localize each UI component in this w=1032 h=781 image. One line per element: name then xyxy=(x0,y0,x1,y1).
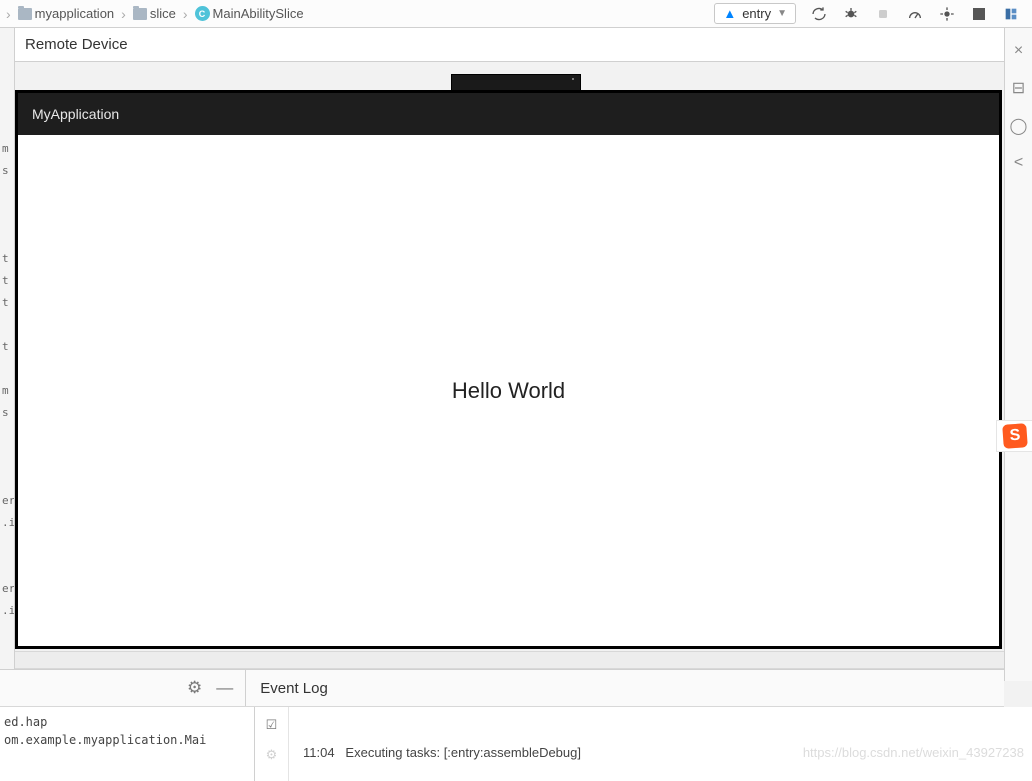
build-line: om.example.myapplication.Mai xyxy=(4,733,206,747)
minimize-icon[interactable]: — xyxy=(216,678,233,698)
toolbar-actions: ▲ entry ▼ xyxy=(714,3,1028,24)
tool-window-title: Remote Device xyxy=(25,36,128,53)
bug-icon[interactable] xyxy=(842,5,860,23)
sogou-icon: S xyxy=(1002,423,1028,449)
checkbox-list-icon[interactable]: ☑ xyxy=(266,717,278,733)
log-message: Executing tasks: [:entry:assembleDebug] xyxy=(345,745,581,760)
log-timestamp: 11:04 xyxy=(303,745,335,760)
watermark-text: https://blog.csdn.net/weixin_43927238 xyxy=(803,745,1024,760)
app-content-area[interactable]: Hello World xyxy=(18,135,999,646)
build-output[interactable]: ed.hap om.example.myapplication.Mai xyxy=(0,707,255,781)
event-log-label: Event Log xyxy=(260,680,328,697)
breadcrumb-slice[interactable]: slice xyxy=(130,4,179,23)
breadcrumb-label: MainAbilitySlice xyxy=(213,6,304,21)
run-config-label: entry xyxy=(742,6,771,21)
stop-icon[interactable] xyxy=(970,5,988,23)
device-frame[interactable]: MyApplication Hello World xyxy=(15,90,1002,649)
class-file-icon: C xyxy=(195,6,210,21)
chevron-right-icon: › xyxy=(181,6,190,22)
event-log-body[interactable]: 11:04 Executing tasks: [:entry:assembleD… xyxy=(289,707,1032,781)
breadcrumb-mainabilityslice[interactable]: C MainAbilitySlice xyxy=(192,4,307,23)
refresh-icon[interactable]: ◯ xyxy=(1010,116,1028,136)
run-config-selector[interactable]: ▲ entry ▼ xyxy=(714,3,796,24)
app-title-text: MyApplication xyxy=(32,106,119,122)
emulator-viewport: MyApplication Hello World xyxy=(15,90,1002,649)
coverage-icon[interactable] xyxy=(938,5,956,23)
collapse-icon[interactable]: × xyxy=(1014,42,1023,60)
eventlog-gutter: ☑ ⚙ xyxy=(255,707,289,781)
bottom-panel-body: ed.hap om.example.myapplication.Mai ☑ ⚙ … xyxy=(0,707,1032,781)
gear-icon[interactable]: ⚙ xyxy=(187,678,202,698)
tool-window-header: Remote Device xyxy=(15,28,1004,62)
event-log-tab[interactable]: Event Log xyxy=(246,680,342,697)
breadcrumb-label: myapplication xyxy=(35,6,115,21)
breadcrumb-myapplication[interactable]: myapplication xyxy=(15,4,118,23)
chevron-down-icon: ▼ xyxy=(777,8,787,19)
top-toolbar: › myapplication › slice › C MainAbilityS… xyxy=(0,0,1032,28)
bottom-tool-header: ⚙ — Event Log xyxy=(0,669,1004,707)
ime-indicator[interactable]: S xyxy=(996,420,1032,452)
attach-debugger-icon[interactable] xyxy=(874,5,892,23)
bottom-tool-actions: ⚙ — xyxy=(175,678,245,698)
build-line: ed.hap xyxy=(4,715,47,729)
app-config-icon: ▲ xyxy=(723,6,736,21)
sync-icon[interactable] xyxy=(810,5,828,23)
right-tool-strip: × ⊟ ◯ < xyxy=(1004,28,1032,681)
breadcrumb-label: slice xyxy=(150,6,176,21)
settings-icon[interactable]: ⚙ xyxy=(266,747,278,763)
code-margin-text: m s t t t t m s er .i er .i it xyxy=(0,28,14,710)
expand-all-icon[interactable]: ⊟ xyxy=(1012,78,1025,98)
folder-icon xyxy=(133,8,147,20)
folder-icon xyxy=(18,8,32,20)
profiler-icon[interactable] xyxy=(906,5,924,23)
code-view-icon[interactable]: < xyxy=(1014,154,1023,172)
chevron-right-icon: › xyxy=(119,6,128,22)
breadcrumb: › myapplication › slice › C MainAbilityS… xyxy=(4,4,714,23)
layout-inspector-icon[interactable] xyxy=(1002,5,1020,23)
hello-world-label: Hello World xyxy=(452,378,565,404)
horizontal-scrollbar[interactable] xyxy=(15,651,1004,669)
app-title-bar: MyApplication xyxy=(18,93,999,135)
chevron-right-icon: › xyxy=(4,6,13,22)
